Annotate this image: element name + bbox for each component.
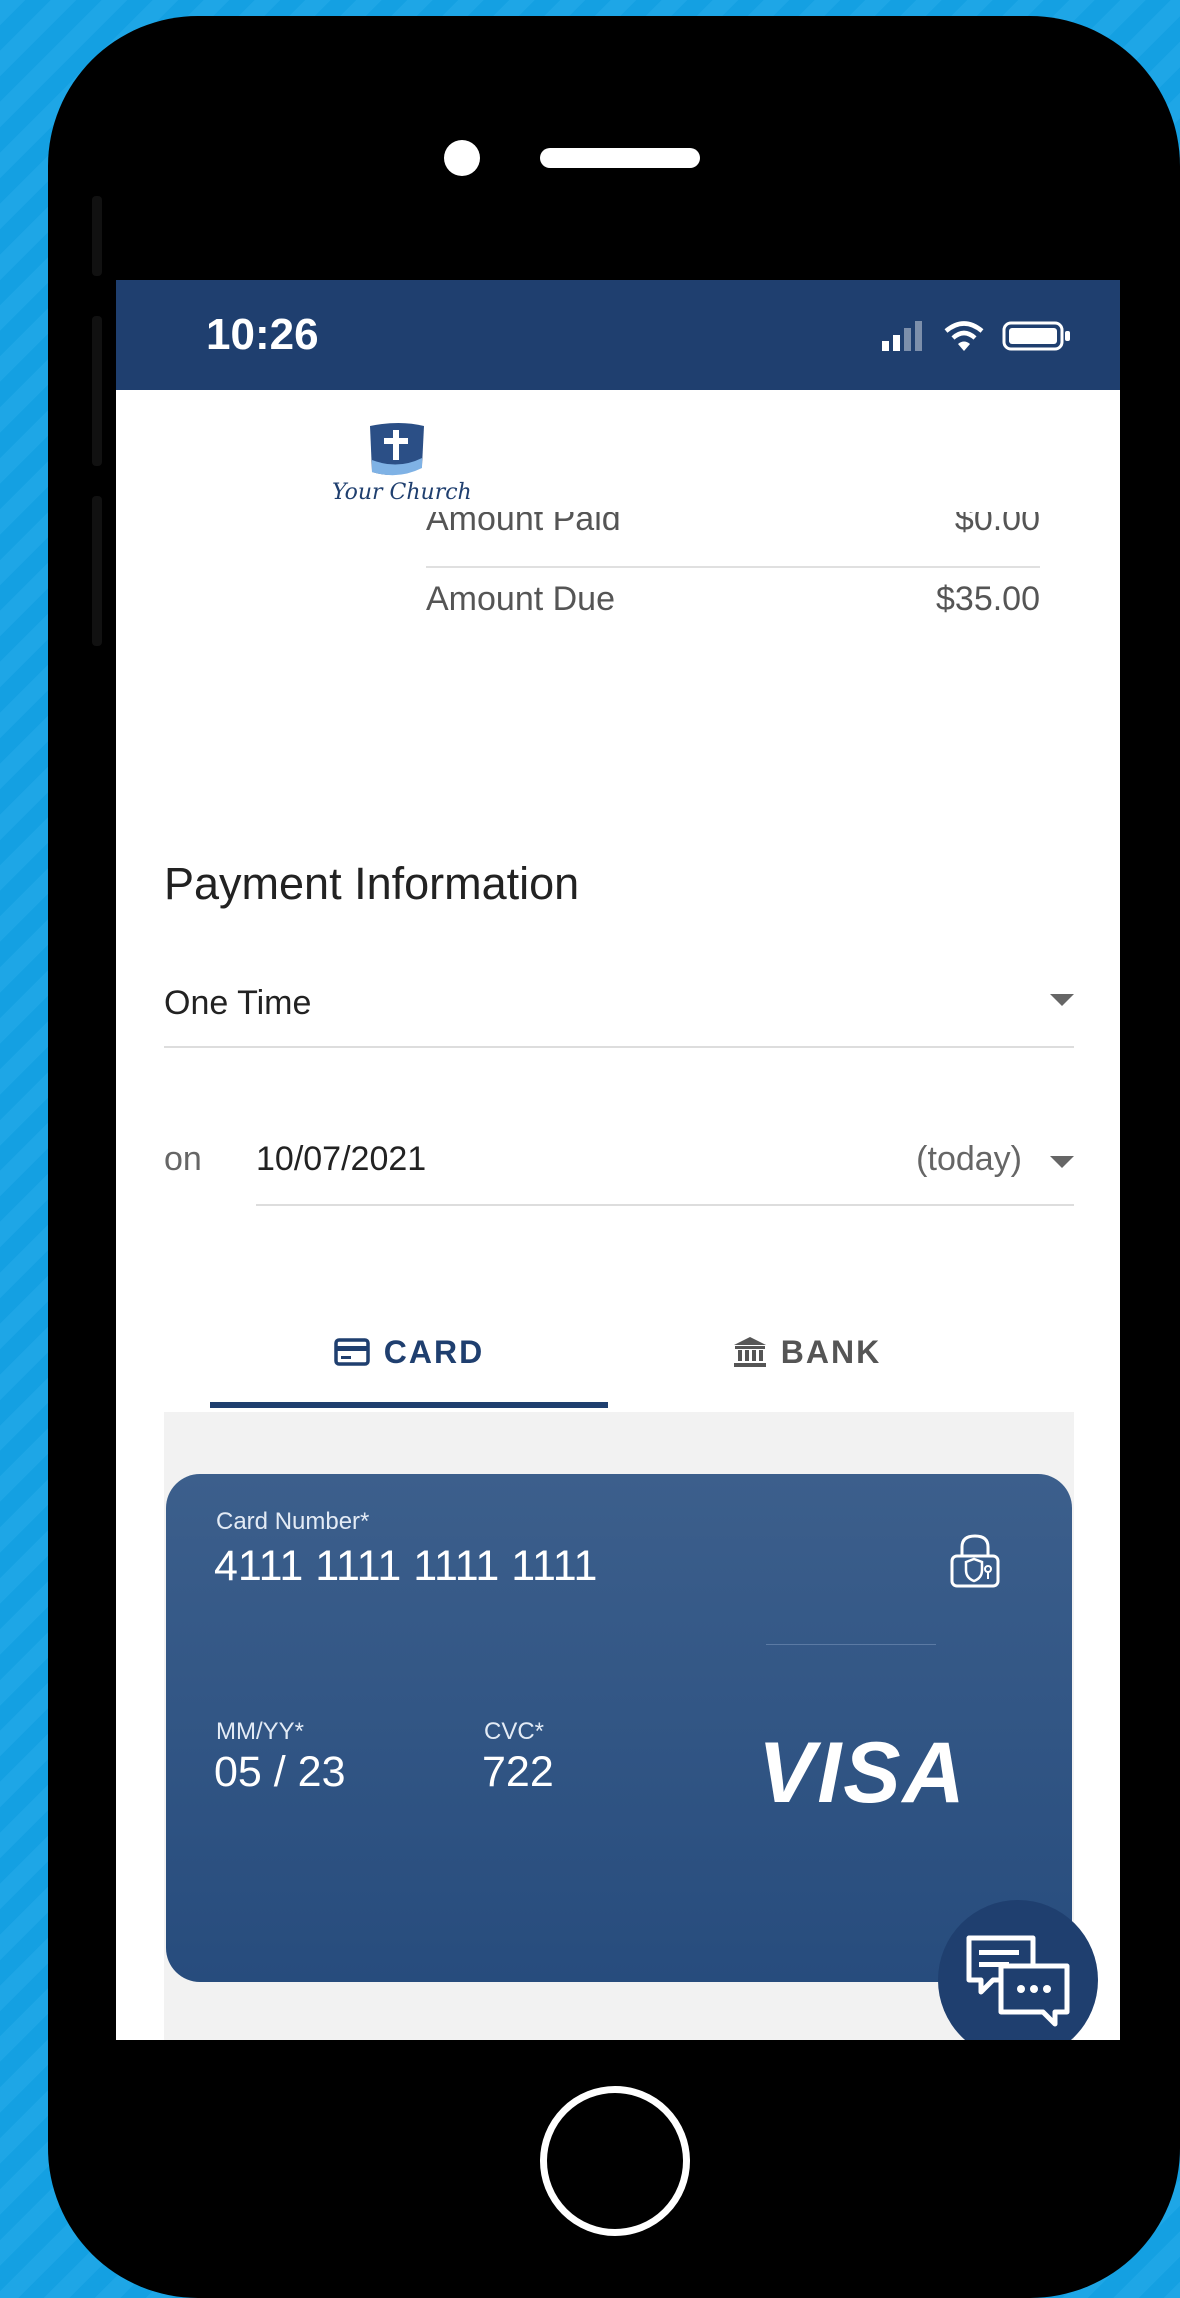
secure-lock-icon bbox=[950, 1534, 1000, 1588]
side-button bbox=[92, 196, 102, 276]
credit-card-icon bbox=[334, 1338, 370, 1366]
payment-info-title: Payment Information bbox=[164, 858, 580, 909]
card-number-input[interactable]: 4111 1111 1111 1111 bbox=[214, 1542, 597, 1591]
cvc-label: CVC* bbox=[484, 1718, 545, 1745]
visa-logo: VISA bbox=[758, 1725, 967, 1821]
status-bar: 10:26 bbox=[116, 280, 1120, 390]
side-button bbox=[92, 316, 102, 466]
frequency-select[interactable]: One Time bbox=[164, 980, 1074, 1048]
amount-due-label: Amount Due bbox=[426, 580, 615, 618]
signal-icon bbox=[882, 321, 922, 351]
bank-icon bbox=[733, 1337, 766, 1367]
church-logo-text: Your Church bbox=[332, 480, 472, 505]
credit-card-form: Card Number* 4111 1111 1111 1111 MM/YY* … bbox=[166, 1474, 1072, 1982]
expiry-label: MM/YY* bbox=[216, 1718, 305, 1745]
chevron-down-icon bbox=[1050, 994, 1074, 1006]
amount-due-row: Amount Due $35.00 bbox=[426, 580, 1040, 619]
chevron-down-icon bbox=[1050, 1156, 1074, 1168]
expiry-input[interactable]: 05 / 23 bbox=[214, 1748, 346, 1797]
payment-date-select[interactable]: 10/07/2021 (today) bbox=[256, 1120, 1074, 1206]
amount-paid-row: Amount Paid $0.00 bbox=[426, 512, 1040, 542]
card-number-underline bbox=[766, 1644, 936, 1645]
amount-due-value: $35.00 bbox=[936, 580, 1040, 618]
camera bbox=[444, 140, 480, 176]
active-tab-indicator bbox=[210, 1402, 608, 1408]
speaker bbox=[540, 148, 700, 168]
chat-button[interactable] bbox=[938, 1900, 1098, 2040]
cvc-input[interactable]: 722 bbox=[482, 1748, 554, 1797]
card-number-label: Card Number* bbox=[216, 1508, 370, 1535]
frequency-value: One Time bbox=[164, 984, 312, 1022]
date-prefix-label: on bbox=[164, 1140, 202, 1178]
tab-bank[interactable]: BANK bbox=[608, 1300, 1006, 1404]
status-icons bbox=[882, 320, 1072, 352]
tab-card-label: CARD bbox=[383, 1333, 485, 1370]
summary-divider bbox=[426, 566, 1040, 568]
payment-date-value: 10/07/2021 bbox=[256, 1140, 427, 1178]
payment-method-tabs: CARD BANK bbox=[210, 1300, 1006, 1404]
amount-paid-value: $0.00 bbox=[954, 512, 1040, 538]
battery-icon bbox=[1002, 321, 1070, 351]
tab-card[interactable]: CARD bbox=[210, 1300, 608, 1404]
side-button bbox=[92, 496, 102, 646]
tab-bank-label: BANK bbox=[780, 1333, 882, 1370]
amount-paid-label: Amount Paid bbox=[426, 512, 621, 538]
status-time: 10:26 bbox=[206, 310, 319, 359]
app-screen: 10:26 Your Church Amount Paid $0.00 Amou… bbox=[116, 280, 1120, 2040]
home-button[interactable] bbox=[540, 2086, 690, 2236]
today-indicator: (today) bbox=[916, 1140, 1022, 1178]
wifi-icon bbox=[944, 321, 984, 351]
chat-icon bbox=[966, 1935, 1070, 2027]
